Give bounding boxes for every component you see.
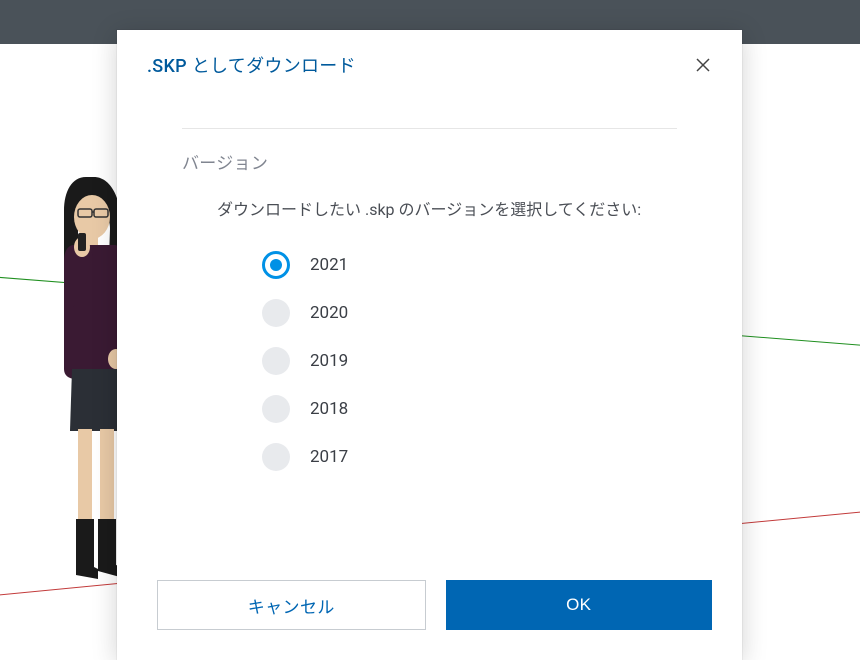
ok-button[interactable]: OK [446, 580, 713, 630]
radio-icon [262, 395, 290, 423]
version-radio-group: 2021 2020 2019 2018 2017 [182, 251, 677, 471]
cancel-button[interactable]: キャンセル [157, 580, 426, 630]
download-skp-dialog: .SKP としてダウンロード バージョン ダウンロードしたい .skp のバージ… [117, 30, 742, 660]
radio-icon [262, 251, 290, 279]
version-instruction: ダウンロードしたい .skp のバージョンを選択してください: [182, 196, 677, 225]
radio-icon [262, 299, 290, 327]
version-option-2017[interactable]: 2017 [262, 443, 677, 471]
close-icon [695, 57, 711, 73]
version-option-2018[interactable]: 2018 [262, 395, 677, 423]
version-option-2019[interactable]: 2019 [262, 347, 677, 375]
dialog-footer: キャンセル OK [117, 560, 742, 660]
version-section-label: バージョン [182, 149, 677, 174]
dialog-body: バージョン ダウンロードしたい .skp のバージョンを選択してください: 20… [117, 129, 742, 560]
close-button[interactable] [694, 56, 712, 74]
dialog-title: .SKP としてダウンロード [147, 52, 356, 78]
radio-label: 2019 [310, 351, 348, 371]
version-option-2021[interactable]: 2021 [262, 251, 677, 279]
radio-icon [262, 347, 290, 375]
radio-icon [262, 443, 290, 471]
dialog-header: .SKP としてダウンロード [117, 30, 742, 88]
version-option-2020[interactable]: 2020 [262, 299, 677, 327]
radio-label: 2021 [310, 255, 348, 275]
radio-label: 2018 [310, 399, 348, 419]
radio-label: 2020 [310, 303, 348, 323]
radio-label: 2017 [310, 447, 348, 467]
